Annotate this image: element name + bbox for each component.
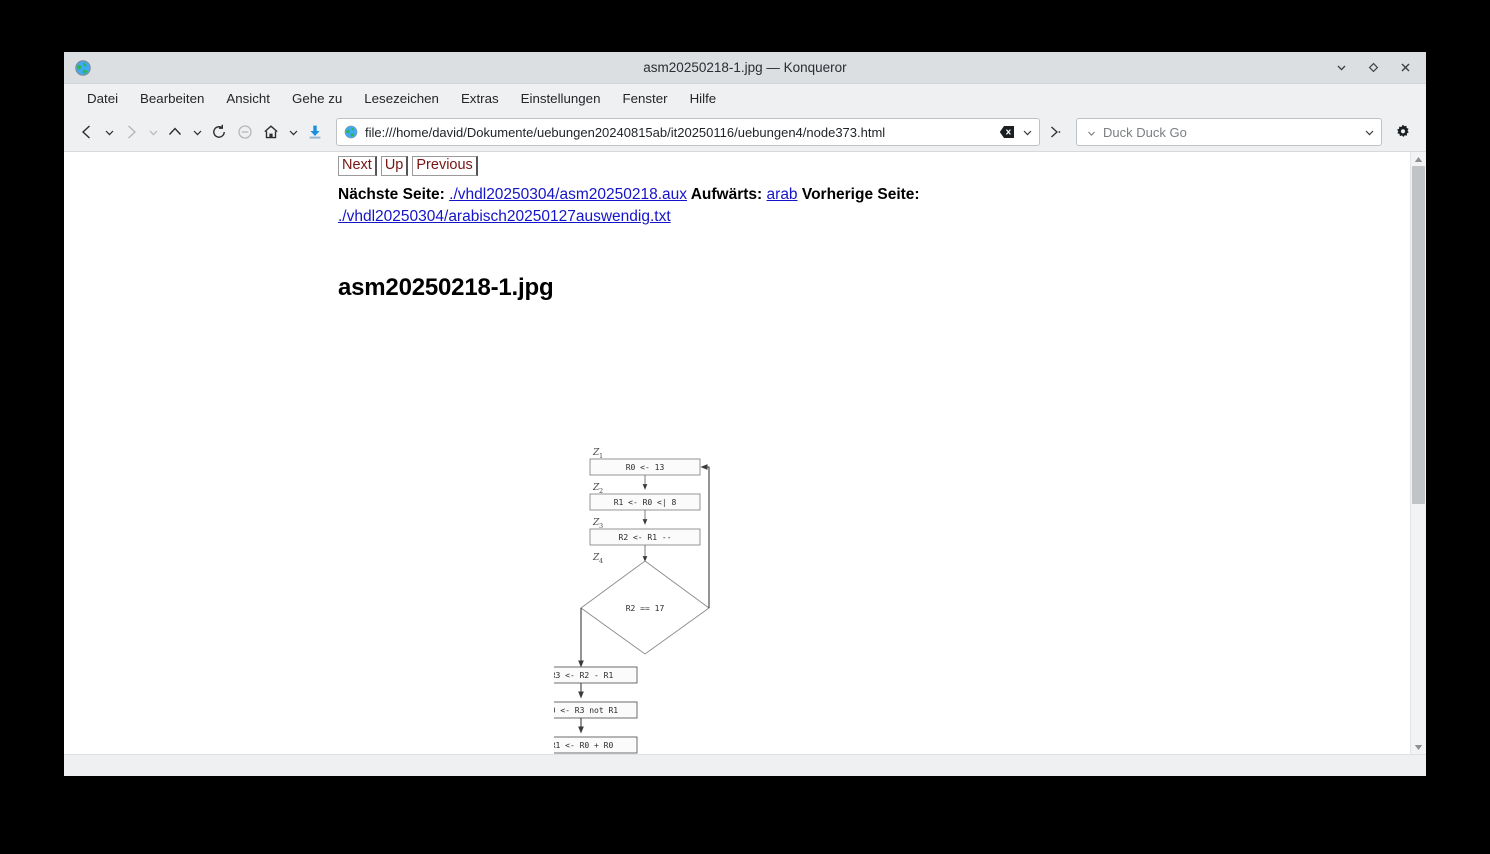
minimize-icon[interactable] [1330, 57, 1352, 79]
duckduckgo-icon[interactable] [1085, 125, 1097, 139]
scroll-down-icon[interactable] [1411, 740, 1426, 754]
state-text-z3: R2 <- R1 -- [619, 533, 672, 542]
url-bar[interactable]: file:///home/david/Dokumente/uebungen202… [336, 118, 1040, 146]
menu-lesezeichen[interactable]: Lesezeichen [353, 88, 450, 109]
home-dropdown-icon[interactable] [284, 119, 302, 145]
gear-icon[interactable] [1390, 119, 1416, 145]
content-area: Next Up Previous Nächste Seite: ./vhdl20… [64, 152, 1426, 754]
menu-einstellungen[interactable]: Einstellungen [510, 88, 612, 109]
globe-favicon-icon [344, 125, 358, 139]
forward-dropdown-icon [144, 119, 162, 145]
clear-icon[interactable] [999, 124, 1015, 140]
search-bar[interactable]: Duck Duck Go [1076, 118, 1382, 146]
globe-icon [74, 59, 92, 77]
search-dropdown-icon[interactable] [1361, 124, 1377, 140]
state-text-z1: R0 <- 13 [626, 463, 665, 472]
up-button[interactable]: Up [381, 156, 409, 176]
window-controls [1330, 57, 1416, 79]
svg-text:4: 4 [599, 557, 603, 565]
search-input[interactable]: Duck Duck Go [1103, 125, 1361, 140]
next-button[interactable]: Next [338, 156, 377, 176]
download-icon[interactable] [302, 119, 328, 145]
state-text-z4: R2 == 17 [626, 604, 665, 613]
previous-page-link[interactable]: ./vhdl20250304/arabisch20250127auswendig… [338, 208, 671, 225]
page-nav-text: Nächste Seite: ./vhdl20250304/asm2025021… [338, 184, 978, 228]
state-text-z7: R1 <- R0 + R0 [554, 741, 613, 750]
up-icon[interactable] [162, 119, 188, 145]
maximize-icon[interactable] [1362, 57, 1384, 79]
state-text-z2: R1 <- R0 <| 8 [614, 498, 677, 507]
url-input[interactable]: file:///home/david/Dokumente/uebungen202… [365, 125, 999, 140]
chevron-down-icon[interactable] [1019, 124, 1035, 140]
back-dropdown-icon[interactable] [100, 119, 118, 145]
window-title: asm20250218-1.jpg — Konqueror [64, 60, 1426, 75]
menu-hilfe[interactable]: Hilfe [679, 88, 728, 109]
menu-ansicht[interactable]: Ansicht [215, 88, 281, 109]
vertical-scrollbar[interactable] [1410, 152, 1426, 754]
reload-icon[interactable] [206, 119, 232, 145]
menu-fenster[interactable]: Fenster [611, 88, 678, 109]
forward-icon [118, 119, 144, 145]
navigation-toolbar: file:///home/david/Dokumente/uebungen202… [64, 113, 1426, 152]
up-dropdown-icon[interactable] [188, 119, 206, 145]
status-bar [64, 754, 1426, 776]
page-nav-buttons: Next Up Previous [338, 156, 482, 176]
menu-bar: Datei Bearbeiten Ansicht Gehe zu Lesezei… [64, 84, 1426, 113]
previous-button[interactable]: Previous [412, 156, 477, 176]
next-page-label: Nächste Seite: [338, 186, 445, 203]
menu-datei[interactable]: Datei [76, 88, 129, 109]
home-icon[interactable] [258, 119, 284, 145]
menu-bearbeiten[interactable]: Bearbeiten [129, 88, 215, 109]
asm-flowchart-image: Z 1 R0 <- 13 Z 2 R1 <- R0 <| 8 Z 3 [554, 442, 774, 754]
previous-page-label: Vorherige Seite: [802, 186, 920, 203]
stop-icon [232, 119, 258, 145]
menu-gehe-zu[interactable]: Gehe zu [281, 88, 353, 109]
title-bar: asm20250218-1.jpg — Konqueror [64, 52, 1426, 84]
asm-flowchart-svg: Z 1 R0 <- 13 Z 2 R1 <- R0 <| 8 Z 3 [554, 442, 774, 754]
menu-extras[interactable]: Extras [450, 88, 510, 109]
next-page-link[interactable]: ./vhdl20250304/asm20250218.aux [449, 186, 687, 203]
back-icon[interactable] [74, 119, 100, 145]
up-page-link[interactable]: arab [767, 186, 798, 203]
web-page: Next Up Previous Nächste Seite: ./vhdl20… [64, 152, 1410, 754]
close-icon[interactable] [1394, 57, 1416, 79]
scroll-up-icon[interactable] [1411, 152, 1426, 166]
up-page-label: Aufwärts: [691, 186, 762, 203]
state-text-z6: R0 <- R3 not R1 [554, 706, 618, 715]
scrollbar-thumb[interactable] [1412, 166, 1425, 504]
konqueror-window: asm20250218-1.jpg — Konqueror Datei Bear… [64, 52, 1426, 776]
state-text-z5: R3 <- R2 - R1 [554, 671, 613, 680]
page-title: asm20250218-1.jpg [338, 274, 553, 302]
chevron-right-icon[interactable] [1042, 119, 1068, 145]
